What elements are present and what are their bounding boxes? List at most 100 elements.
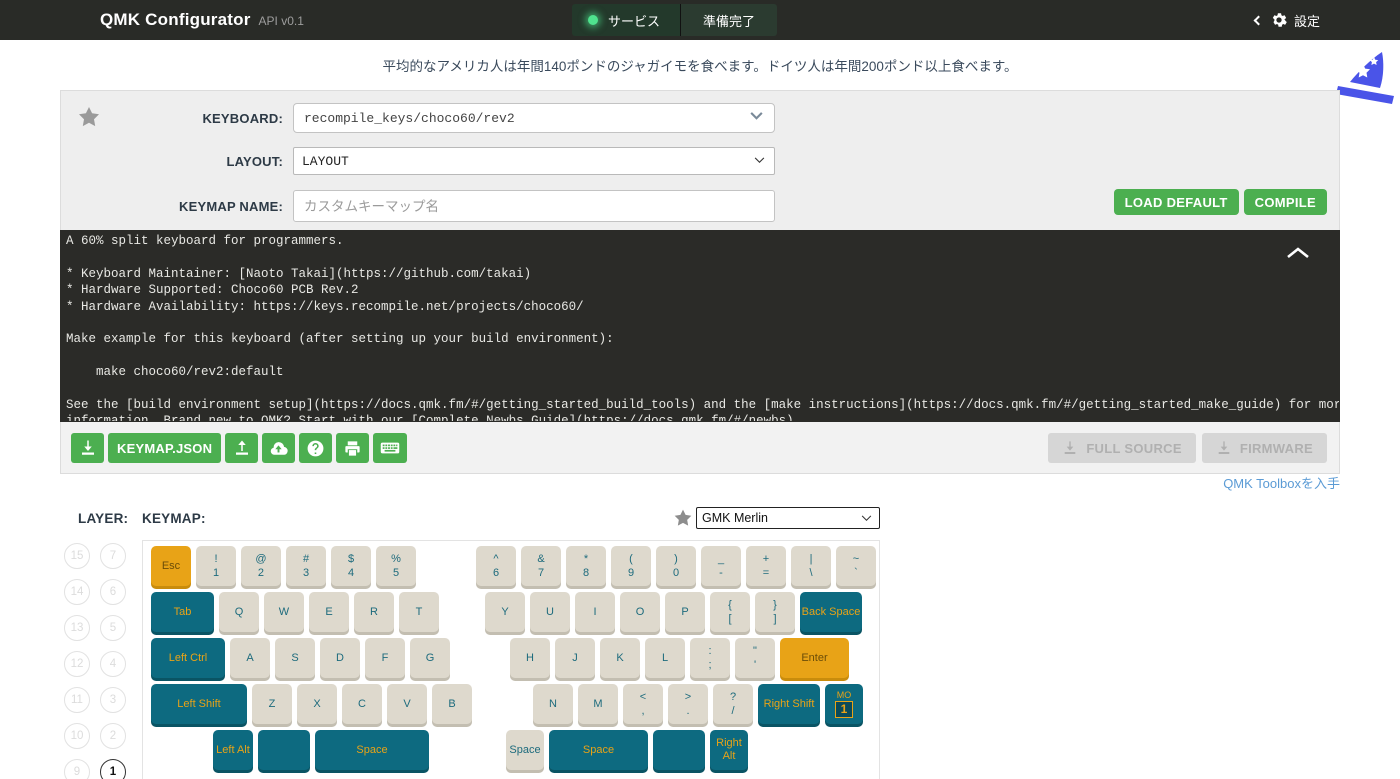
key-k[interactable]: K: [600, 638, 640, 678]
keyboard-select-wrap: recompile_keys/choco60/rev2: [293, 103, 775, 133]
key-8[interactable]: * 8: [566, 546, 606, 586]
key-space[interactable]: Space: [549, 730, 648, 770]
key-m[interactable]: M: [578, 684, 618, 724]
key-[interactable]: _ -: [701, 546, 741, 586]
layer-button-6[interactable]: 6: [100, 579, 126, 605]
key-x[interactable]: X: [297, 684, 337, 724]
key-2[interactable]: @2: [241, 546, 281, 586]
layer-button-4[interactable]: 4: [100, 651, 126, 677]
key-esc[interactable]: Esc: [151, 546, 191, 586]
layout-select[interactable]: LAYOUT: [293, 147, 775, 175]
favorite-star-icon[interactable]: [77, 105, 101, 129]
key-u[interactable]: U: [530, 592, 570, 632]
layer-button-3[interactable]: 3: [100, 687, 126, 713]
key-5[interactable]: % 5: [376, 546, 416, 586]
keymap-json-button[interactable]: KEYMAP.JSON: [108, 433, 222, 463]
key-[interactable]: + =: [746, 546, 786, 586]
key-3[interactable]: #3: [286, 546, 326, 586]
load-default-button[interactable]: LOAD DEFAULT: [1113, 189, 1239, 215]
download-keymap-button[interactable]: [71, 433, 104, 463]
layer-button-1[interactable]: 1: [100, 759, 126, 779]
keyset-select[interactable]: GMK Merlin: [696, 507, 880, 529]
layer-button-10[interactable]: 10: [64, 723, 90, 749]
key-j[interactable]: J: [555, 638, 595, 678]
key-q[interactable]: Q: [219, 592, 259, 632]
layer-button-2[interactable]: 2: [100, 723, 126, 749]
keyboard-select[interactable]: recompile_keys/choco60/rev2: [293, 103, 775, 133]
key-left-ctrl[interactable]: Left Ctrl: [151, 638, 225, 678]
key-[interactable]: | \: [791, 546, 831, 586]
key-n[interactable]: N: [533, 684, 573, 724]
key-6[interactable]: ^ 6: [476, 546, 516, 586]
key-legend-top: (: [629, 552, 633, 565]
layer-button-5[interactable]: 5: [100, 615, 126, 641]
key-back-space[interactable]: Back Space: [800, 592, 862, 632]
key-t[interactable]: T: [399, 592, 439, 632]
key-9[interactable]: (9: [611, 546, 651, 586]
chevron-up-icon[interactable]: [1285, 245, 1311, 261]
layer-button-13[interactable]: 13: [64, 615, 90, 641]
key-[interactable]: {[: [710, 592, 750, 632]
key-g[interactable]: G: [410, 638, 450, 678]
key-y[interactable]: Y: [485, 592, 525, 632]
compile-button[interactable]: COMPILE: [1243, 189, 1327, 215]
key-[interactable]: >.: [668, 684, 708, 724]
key-d[interactable]: D: [320, 638, 360, 678]
full-source-button[interactable]: FULL SOURCE: [1048, 433, 1196, 463]
key-c[interactable]: C: [342, 684, 382, 724]
key-right-alt[interactable]: Right Alt: [710, 730, 748, 770]
key-a[interactable]: A: [230, 638, 270, 678]
keyboard-layout-button[interactable]: [373, 433, 408, 463]
key-l[interactable]: L: [645, 638, 685, 678]
key-[interactable]: ? /: [713, 684, 753, 724]
key-[interactable]: ~ `: [836, 546, 876, 586]
key-legend-bottom: .: [686, 704, 690, 717]
key-h[interactable]: H: [510, 638, 550, 678]
key-i[interactable]: I: [575, 592, 615, 632]
key-[interactable]: " ': [735, 638, 775, 678]
keymap-name-input[interactable]: [293, 190, 775, 222]
key-[interactable]: }]: [755, 592, 795, 632]
key-left-shift[interactable]: Left Shift: [151, 684, 247, 724]
cloud-upload-button[interactable]: [262, 433, 296, 463]
key-e[interactable]: E: [309, 592, 349, 632]
upload-keymap-button[interactable]: [225, 433, 259, 463]
key-left-alt[interactable]: Left Alt: [213, 730, 253, 770]
key-right-shift[interactable]: Right Shift: [758, 684, 820, 724]
firmware-button[interactable]: FIRMWARE: [1201, 433, 1327, 463]
qmk-toolbox-link[interactable]: QMK Toolboxを入手: [1223, 473, 1340, 492]
key-[interactable]: :;: [690, 638, 730, 678]
layer-button-14[interactable]: 14: [64, 579, 90, 605]
print-button[interactable]: [336, 433, 370, 463]
key-4[interactable]: $4: [331, 546, 371, 586]
settings-button[interactable]: 設定: [1253, 0, 1320, 40]
key-s[interactable]: S: [275, 638, 315, 678]
key-space[interactable]: Space: [506, 730, 544, 770]
key-7[interactable]: & 7: [521, 546, 561, 586]
key-w[interactable]: W: [264, 592, 304, 632]
key-f[interactable]: F: [365, 638, 405, 678]
service-status-button[interactable]: サービス: [572, 4, 682, 36]
key-b[interactable]: B: [432, 684, 472, 724]
key-enter[interactable]: Enter: [780, 638, 849, 678]
key-[interactable]: <,: [623, 684, 663, 724]
key-apple[interactable]: [653, 730, 705, 770]
key-mo-1[interactable]: MO 1: [825, 684, 863, 724]
layer-button-7[interactable]: 7: [100, 543, 126, 569]
layer-button-12[interactable]: 12: [64, 651, 90, 677]
key-tab[interactable]: Tab: [151, 592, 214, 632]
key-v[interactable]: V: [387, 684, 427, 724]
layer-button-15[interactable]: 15: [64, 543, 90, 569]
key-0[interactable]: ) 0: [656, 546, 696, 586]
key-z[interactable]: Z: [252, 684, 292, 724]
key-r[interactable]: R: [354, 592, 394, 632]
favorite-star-icon[interactable]: [673, 508, 693, 528]
help-button[interactable]: [299, 433, 333, 463]
key-space[interactable]: Space: [315, 730, 429, 770]
key-o[interactable]: O: [620, 592, 660, 632]
key-1[interactable]: ! 1: [196, 546, 236, 586]
layer-button-9[interactable]: 9: [64, 759, 90, 779]
key-p[interactable]: P: [665, 592, 705, 632]
key-apple[interactable]: [258, 730, 310, 770]
layer-button-11[interactable]: 11: [64, 687, 90, 713]
